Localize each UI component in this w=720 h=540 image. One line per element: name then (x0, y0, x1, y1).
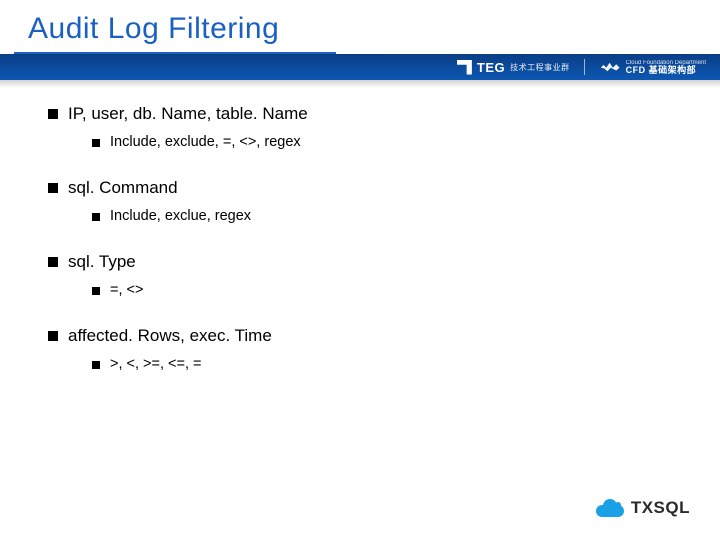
sub-bullet-icon (92, 287, 100, 295)
list-item: IP, user, db. Name, table. Name Include,… (48, 104, 672, 150)
teg-logo: TEG 技术工程事业群 (457, 60, 570, 75)
sub-bullet-icon (92, 361, 100, 369)
sub-bullet-text: Include, exclude, =, <>, regex (110, 134, 301, 150)
product-name: TXSQL (631, 498, 690, 518)
header-logos: TEG 技术工程事业群 Cloud Foundation Department … (457, 54, 706, 80)
list-item: affected. Rows, exec. Time >, <, >=, <=,… (48, 326, 672, 372)
body: IP, user, db. Name, table. Name Include,… (48, 100, 672, 372)
bullet-icon (48, 183, 58, 193)
slide: Audit Log Filtering TEG 技术工程事业群 Cloud Fo… (0, 0, 720, 540)
bullet-icon (48, 331, 58, 341)
list-item: sql. Type =, <> (48, 252, 672, 298)
page-title: Audit Log Filtering (28, 12, 279, 46)
sub-list-item: Include, exclude, =, <>, regex (92, 134, 308, 150)
bullet-text: sql. Command (68, 178, 251, 198)
sub-list-item: =, <> (92, 282, 143, 298)
bullet-icon (48, 257, 58, 267)
header-band-shadow (0, 80, 720, 88)
teg-text: TEG (477, 60, 505, 75)
sub-bullet-text: Include, exclue, regex (110, 208, 251, 224)
teg-subtext: 技术工程事业群 (510, 62, 570, 73)
sub-bullet-text: >, <, >=, <=, = (110, 356, 202, 372)
sub-bullet-icon (92, 139, 100, 147)
cloud-icon (596, 499, 624, 517)
bullet-text: IP, user, db. Name, table. Name (68, 104, 308, 124)
bullet-icon (48, 109, 58, 119)
bullet-text: affected. Rows, exec. Time (68, 326, 272, 346)
list-item: sql. Command Include, exclue, regex (48, 178, 672, 224)
sub-list-item: >, <, >=, <=, = (92, 356, 272, 372)
sub-list-item: Include, exclue, regex (92, 208, 251, 224)
sub-bullet-icon (92, 213, 100, 221)
cfd-mark-icon (599, 60, 621, 74)
bullet-text: sql. Type (68, 252, 143, 272)
cfd-text: CFD 基础架构部 (626, 66, 706, 75)
logo-divider (584, 59, 585, 75)
cfd-subtext: Cloud Foundation Department (626, 60, 706, 66)
teg-mark-icon (457, 60, 472, 75)
footer-logo: TXSQL (596, 498, 690, 518)
header: Audit Log Filtering TEG 技术工程事业群 Cloud Fo… (0, 0, 720, 80)
bullet-list: IP, user, db. Name, table. Name Include,… (48, 104, 672, 372)
sub-bullet-text: =, <> (110, 282, 143, 298)
cfd-logo: Cloud Foundation Department CFD 基础架构部 (599, 60, 706, 75)
